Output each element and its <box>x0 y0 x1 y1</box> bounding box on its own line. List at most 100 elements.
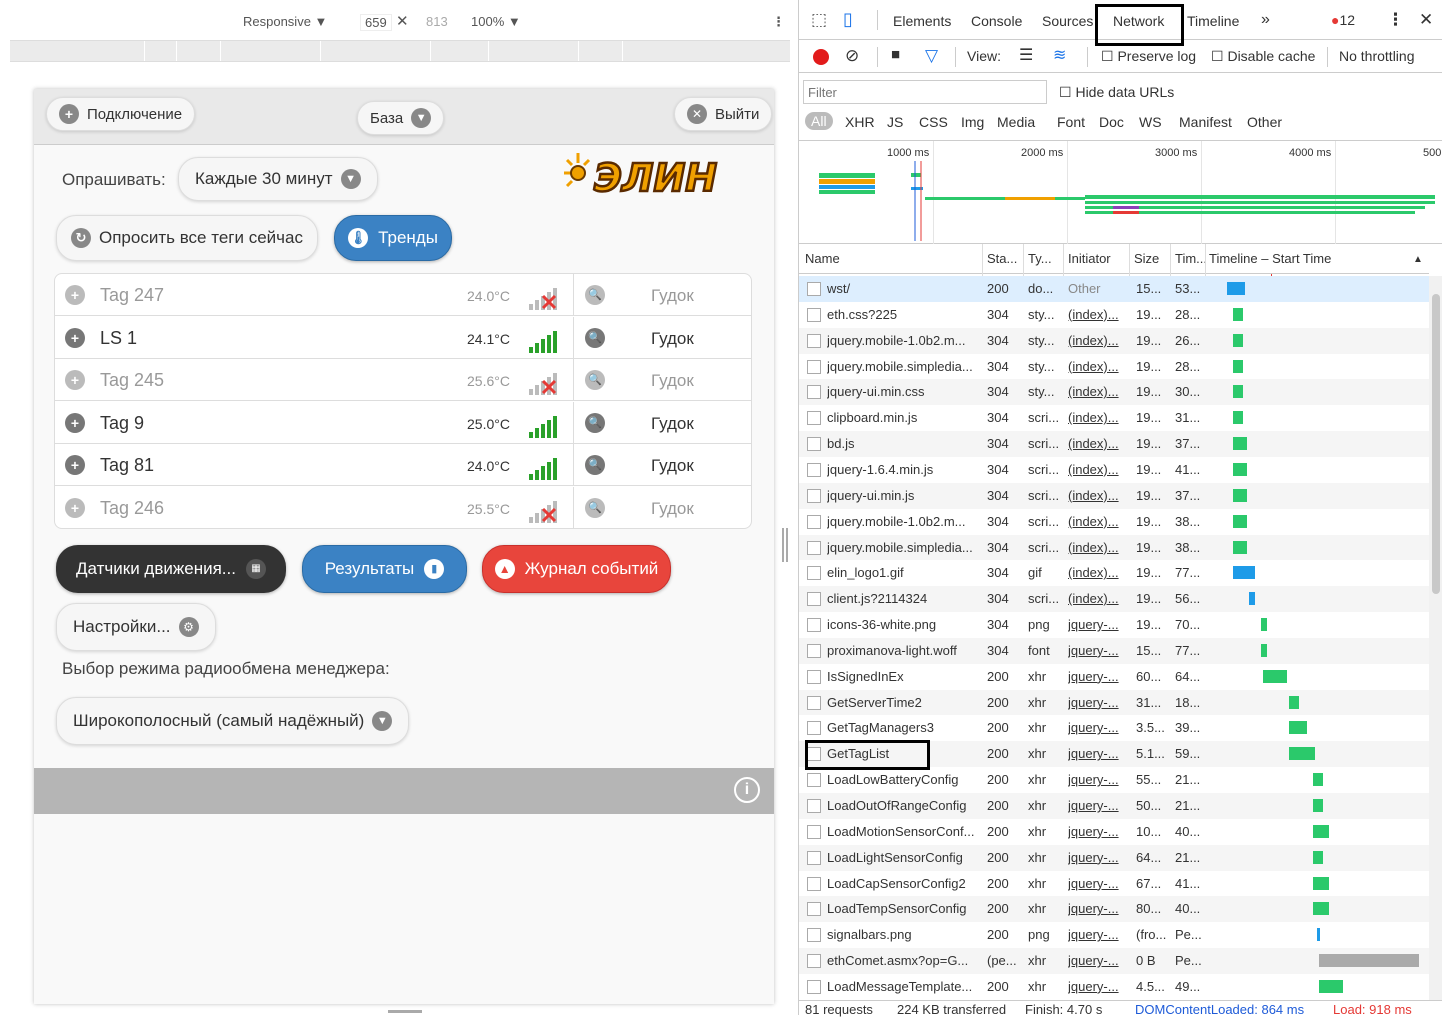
results-button[interactable]: Результаты ▮ <box>302 545 467 593</box>
request-row[interactable]: ethComet.asmx?op=G... (pe... xhr jquery-… <box>799 948 1429 975</box>
request-initiator[interactable]: jquery-... <box>1068 746 1124 761</box>
col-time[interactable]: Tim... <box>1175 251 1207 266</box>
filter-icon[interactable]: ▽ <box>925 46 938 66</box>
waterfall-view-icon[interactable]: ≋ <box>1053 45 1066 65</box>
request-initiator[interactable]: (index)... <box>1068 384 1124 399</box>
zoom-select[interactable]: 100% ▼ <box>471 14 521 29</box>
expand-icon[interactable]: + <box>65 285 85 305</box>
request-initiator[interactable]: (index)... <box>1068 565 1124 580</box>
request-initiator[interactable]: jquery-... <box>1068 979 1124 994</box>
request-row[interactable]: clipboard.min.js 304 scri... (index)... … <box>799 405 1429 432</box>
request-initiator[interactable]: (index)... <box>1068 333 1124 348</box>
type-filter-doc[interactable]: Doc <box>1099 114 1124 130</box>
request-row[interactable]: jquery.mobile-1.0b2.m... 304 sty... (ind… <box>799 327 1429 354</box>
record-icon[interactable] <box>813 49 829 65</box>
request-row[interactable]: icons-36-white.png 304 png jquery-... 19… <box>799 612 1429 639</box>
disable-cache-checkbox[interactable]: ☐ Disable cache <box>1211 48 1315 65</box>
request-row[interactable]: eth.css?225 304 sty... (index)... 19... … <box>799 301 1429 328</box>
type-filter-css[interactable]: CSS <box>919 114 948 130</box>
errors-badge[interactable]: ●12 <box>1331 12 1355 28</box>
request-initiator[interactable]: (index)... <box>1068 591 1124 606</box>
type-filter-media[interactable]: Media <box>997 114 1035 130</box>
request-initiator[interactable]: (index)... <box>1068 410 1124 425</box>
col-timeline[interactable]: Timeline – Start Time <box>1209 251 1331 266</box>
request-row[interactable]: LoadTempSensorConfig 200 xhr jquery-... … <box>799 896 1429 923</box>
request-row[interactable]: jquery.mobile-1.0b2.m... 304 scri... (in… <box>799 508 1429 535</box>
beep-button[interactable]: Гудок <box>651 286 694 306</box>
radio-mode-select[interactable]: Широкополосный (самый надёжный) ▼ <box>56 697 410 745</box>
request-row[interactable]: LoadCapSensorConfig2 200 xhr jquery-... … <box>799 870 1429 897</box>
clear-icon[interactable]: ⊘ <box>845 46 859 66</box>
tab-elements[interactable]: Elements <box>893 13 951 29</box>
tag-row[interactable]: + Tag 9 25.0°C 🔍 Гудок <box>55 401 751 444</box>
trends-button[interactable]: 🌡 Тренды <box>334 215 452 261</box>
type-filter-xhr[interactable]: XHR <box>845 114 875 130</box>
settings-button[interactable]: Настройки... ⚙ <box>56 603 216 651</box>
tag-row[interactable]: + Tag 81 24.0°C 🔍 Гудок <box>55 444 751 486</box>
poll-interval-select[interactable]: Каждые 30 минут ▼ <box>178 157 378 201</box>
request-initiator[interactable]: (index)... <box>1068 307 1124 322</box>
more-tabs-icon[interactable]: » <box>1261 11 1270 29</box>
request-initiator[interactable]: jquery-... <box>1068 643 1124 658</box>
expand-icon[interactable]: + <box>65 412 85 433</box>
col-name[interactable]: Name <box>805 251 840 266</box>
throttling-select[interactable]: No throttling <box>1339 48 1414 64</box>
poll-all-button[interactable]: ↻ Опросить все теги сейчас <box>56 215 318 261</box>
request-row[interactable]: bd.js 304 scri... (index)... 19... 37... <box>799 431 1429 458</box>
request-initiator[interactable]: (index)... <box>1068 436 1124 451</box>
col-type[interactable]: Ty... <box>1028 251 1052 266</box>
request-initiator[interactable]: jquery-... <box>1068 953 1124 968</box>
request-initiator[interactable]: jquery-... <box>1068 669 1124 684</box>
request-initiator[interactable]: jquery-... <box>1068 772 1124 787</box>
info-icon[interactable]: i <box>734 777 760 803</box>
request-row[interactable]: LoadLowBatteryConfig 200 xhr jquery-... … <box>799 767 1429 794</box>
device-toggle-icon[interactable]: ▯ <box>843 9 853 30</box>
menu-icon[interactable]: ⋮ <box>1387 10 1404 30</box>
search-icon[interactable]: 🔍 <box>585 370 605 390</box>
type-filter-img[interactable]: Img <box>961 114 984 130</box>
expand-icon[interactable]: + <box>65 327 85 348</box>
connect-button[interactable]: + Подключение <box>46 97 196 131</box>
logout-button[interactable]: ✕ Выйти <box>674 97 773 131</box>
type-filter-manifest[interactable]: Manifest <box>1179 114 1232 130</box>
request-initiator[interactable]: jquery-... <box>1068 850 1124 865</box>
tab-timeline[interactable]: Timeline <box>1187 13 1239 29</box>
col-size[interactable]: Size <box>1134 251 1159 266</box>
request-row[interactable]: jquery-1.6.4.min.js 304 scri... (index).… <box>799 456 1429 483</box>
request-initiator[interactable]: jquery-... <box>1068 876 1124 891</box>
type-filter-all[interactable]: All <box>805 112 833 130</box>
request-row[interactable]: GetTagManagers3 200 xhr jquery-... 3.5..… <box>799 715 1429 742</box>
request-row[interactable]: client.js?2114324 304 scri... (index)...… <box>799 586 1429 613</box>
request-initiator[interactable]: jquery-... <box>1068 617 1124 632</box>
device-mode-select[interactable]: Responsive ▼ <box>243 14 327 29</box>
request-row[interactable]: jquery.mobile.simpledia... 304 sty... (i… <box>799 353 1429 380</box>
beep-button[interactable]: Гудок <box>651 414 694 434</box>
col-initiator[interactable]: Initiator <box>1068 251 1111 266</box>
request-initiator[interactable]: (index)... <box>1068 359 1124 374</box>
request-initiator[interactable]: (index)... <box>1068 514 1124 529</box>
list-view-icon[interactable]: ☰ <box>1019 45 1033 65</box>
height-input[interactable]: 813 <box>422 14 452 29</box>
tab-console[interactable]: Console <box>971 13 1022 29</box>
request-initiator[interactable]: jquery-... <box>1068 695 1124 710</box>
request-row[interactable]: LoadMessageTemplate... 200 xhr jquery-..… <box>799 973 1429 1000</box>
request-initiator[interactable]: (index)... <box>1068 540 1124 555</box>
request-row[interactable]: LoadMotionSensorConf... 200 xhr jquery-.… <box>799 818 1429 845</box>
close-devtools-icon[interactable]: ✕ <box>1419 10 1433 30</box>
request-initiator[interactable]: (index)... <box>1068 488 1124 503</box>
type-filter-font[interactable]: Font <box>1057 114 1085 130</box>
request-row[interactable]: wst/ 200 do... Other 15... 53... <box>799 276 1429 302</box>
search-icon[interactable]: 🔍 <box>585 327 605 348</box>
beep-button[interactable]: Гудок <box>651 499 694 519</box>
motion-sensors-button[interactable]: Датчики движения... ▦ <box>56 545 286 593</box>
request-row[interactable]: GetServerTime2 200 xhr jquery-... 31... … <box>799 689 1429 716</box>
scrollbar-thumb[interactable] <box>1432 294 1440 594</box>
tag-row[interactable]: + LS 1 24.1°C 🔍 Гудок <box>55 316 751 359</box>
request-initiator[interactable]: jquery-... <box>1068 720 1124 735</box>
scrollbar[interactable] <box>1429 276 1442 1000</box>
request-row[interactable]: jquery-ui.min.js 304 scri... (index)... … <box>799 482 1429 509</box>
inspect-icon[interactable]: ⬚ <box>811 10 827 30</box>
bottom-resize-handle[interactable] <box>388 1010 422 1013</box>
request-initiator[interactable]: jquery-... <box>1068 901 1124 916</box>
expand-icon[interactable]: + <box>65 455 85 475</box>
